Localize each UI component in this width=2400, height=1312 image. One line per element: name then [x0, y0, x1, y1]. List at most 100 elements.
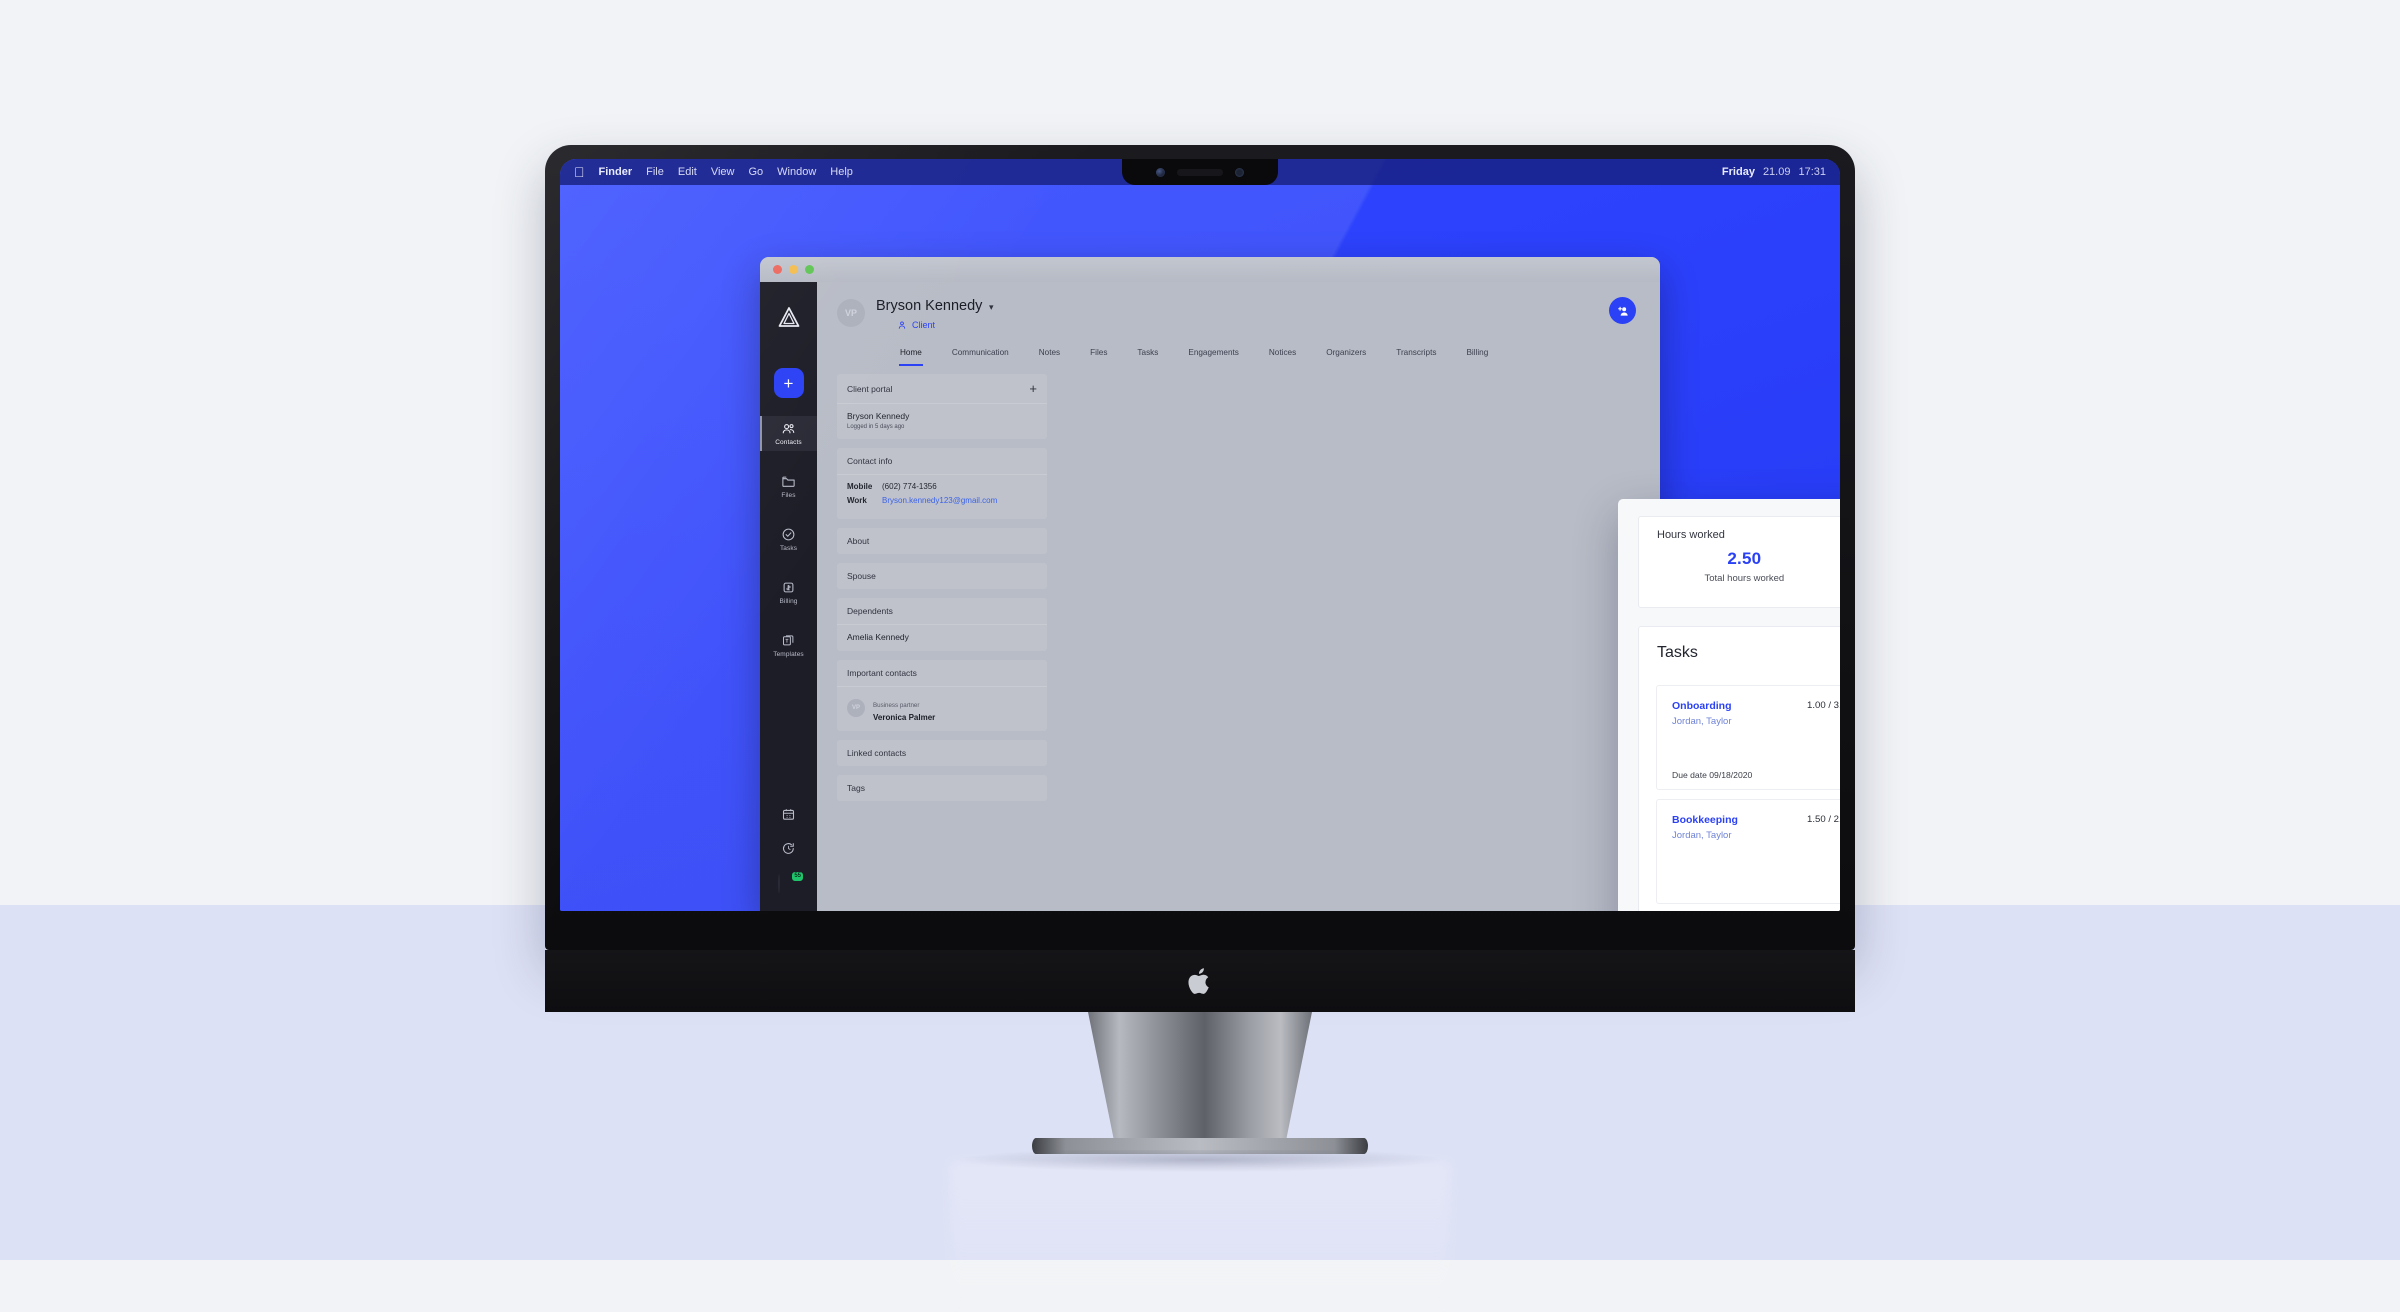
dependent-name: Amelia Kennedy [847, 632, 909, 642]
tab-tasks[interactable]: Tasks [1122, 342, 1173, 364]
sidebar-item-files[interactable]: Files [760, 469, 817, 504]
client-portal-header: Client portal + [837, 374, 1047, 404]
rail-bottom-group: 55 [760, 807, 817, 911]
contact-key: Mobile [847, 482, 873, 491]
sidebar-item-contacts[interactable]: Contacts [760, 416, 817, 451]
user-avatar[interactable]: 55 [778, 871, 804, 896]
sidebar-item-label: Templates [773, 651, 804, 658]
add-person-icon [1617, 306, 1628, 316]
menu-item-edit[interactable]: Edit [678, 166, 697, 178]
important-contacts-body: VP Business partner Veronica Palmer [837, 687, 1047, 731]
client-type-label: Client [912, 320, 936, 330]
zoom-button[interactable] [805, 265, 814, 274]
tags-header: Tags [837, 775, 1047, 801]
contact-avatar: VP [847, 699, 865, 717]
avatar-badge: 55 [791, 871, 804, 882]
tab-notes[interactable]: Notes [1024, 342, 1075, 364]
task-due-date: Due date 09/18/2020 [1672, 770, 1753, 780]
tab-home[interactable]: Home [885, 342, 937, 366]
tab-transcripts[interactable]: Transcripts [1381, 342, 1451, 364]
tags-panel[interactable]: Tags [837, 775, 1047, 801]
imac-device:  Finder File Edit View Go Window Help F… [545, 145, 1855, 1312]
monitor-screen:  Finder File Edit View Go Window Help F… [560, 159, 1840, 911]
apple-menu-icon[interactable]:  [574, 165, 585, 179]
client-tab-bar: Home Communication Notes Files Tasks Eng… [817, 342, 1660, 366]
menu-item-window[interactable]: Window [777, 166, 816, 178]
stat-caption: Total hours worked [1704, 573, 1785, 584]
table-row[interactable]: Onboarding Jordan, Taylor 1.00 / 3.50 TO… [1656, 685, 1840, 790]
tab-billing[interactable]: Billing [1451, 342, 1503, 364]
menu-item-view[interactable]: View [711, 166, 735, 178]
tab-notices[interactable]: Notices [1254, 342, 1311, 364]
dependents-header: Dependents [837, 598, 1047, 625]
desk-reflection [950, 1162, 1450, 1312]
hours-worked-title: Hours worked [1657, 529, 1725, 541]
important-contacts-header: Important contacts [837, 660, 1047, 687]
chevron-down-icon[interactable]: ▾ [989, 302, 994, 313]
close-button[interactable] [773, 265, 782, 274]
hours-worked-card: Hours worked 2.50 Total hours worked 0.0… [1638, 516, 1840, 608]
menu-item-finder[interactable]: Finder [599, 166, 633, 178]
contact-email-link[interactable]: Bryson.kennedy123@gmail.com [882, 496, 997, 505]
check-circle-icon [782, 528, 795, 541]
panel-title: Important contacts [847, 668, 917, 678]
tab-communication[interactable]: Communication [937, 342, 1024, 364]
tab-engagements[interactable]: Engagements [1173, 342, 1254, 364]
menu-item-file[interactable]: File [646, 166, 664, 178]
hours-and-tasks-overlay: Hours worked 2.50 Total hours worked 0.0… [1618, 499, 1840, 911]
panel-title: Contact info [847, 456, 893, 466]
templates-icon [783, 635, 794, 646]
contact-row-work: Work Bryson.kennedy123@gmail.com [847, 496, 1037, 505]
stat-value: 2.50 [1727, 549, 1762, 568]
client-avatar: VP [837, 299, 865, 327]
create-new-button[interactable]: + [773, 368, 804, 398]
sidebar-item-templates[interactable]: Templates [760, 628, 817, 663]
about-panel[interactable]: About [837, 528, 1047, 554]
window-title-bar [760, 257, 1660, 282]
spouse-panel[interactable]: Spouse [837, 563, 1047, 589]
panel-title: Linked contacts [847, 748, 907, 758]
linked-contacts-panel[interactable]: Linked contacts [837, 740, 1047, 766]
tab-files[interactable]: Files [1075, 342, 1122, 364]
portal-user-name: Bryson Kennedy [847, 411, 910, 421]
stand-neck [1088, 1012, 1312, 1145]
calendar-icon [782, 809, 795, 820]
client-info-column: Client portal + Bryson Kennedy Logged in… [837, 374, 1047, 810]
hours-worked-stats: 2.50 Total hours worked 0.00 Billed hour… [1639, 549, 1840, 584]
important-contact-item[interactable]: VP Business partner Veronica Palmer [847, 694, 1037, 722]
app-logo-icon[interactable] [777, 306, 801, 328]
task-name-link[interactable]: Bookkeeping [1672, 814, 1738, 826]
menu-item-go[interactable]: Go [748, 166, 763, 178]
app-navigation-rail: + Contacts Files Tasks Billing Templates… [760, 282, 817, 911]
contact-role: Business partner [873, 702, 920, 709]
folder-icon [782, 476, 795, 487]
panel-title: Spouse [847, 571, 876, 581]
contact-name: Veronica Palmer [873, 713, 936, 722]
page-title: Bryson Kennedy [876, 298, 983, 314]
sidebar-item-label: Files [781, 492, 796, 499]
dollar-icon [783, 582, 794, 593]
menu-item-help[interactable]: Help [830, 166, 853, 178]
task-name-link[interactable]: Onboarding [1672, 700, 1732, 712]
contact-info-body: Mobile (602) 774-1356 Work Bryson.kenned… [837, 475, 1047, 519]
panel-title: Tags [847, 783, 865, 793]
contact-text: Business partner Veronica Palmer [873, 694, 935, 722]
tab-organizers[interactable]: Organizers [1311, 342, 1381, 364]
sidebar-item-billing[interactable]: Billing [760, 575, 817, 610]
camera-notch [1122, 159, 1278, 185]
client-type-badge[interactable]: Client [897, 320, 935, 330]
task-assignee-link[interactable]: Jordan, Taylor [1672, 716, 1732, 727]
plus-icon[interactable]: + [1029, 382, 1037, 395]
minimize-button[interactable] [789, 265, 798, 274]
timer-icon [782, 843, 794, 854]
add-contact-button[interactable] [1609, 297, 1636, 324]
menu-bar-clock[interactable]: Friday 21.09 17:31 [1722, 166, 1826, 178]
application-window: + Contacts Files Tasks Billing Templates… [760, 257, 1660, 911]
panel-title: Dependents [847, 606, 893, 616]
table-row[interactable]: Bookkeeping Jordan, Taylor 1.50 / 2.00 T… [1656, 799, 1840, 904]
sidebar-item-tasks[interactable]: Tasks [760, 522, 817, 557]
client-portal-body: Bryson Kennedy Logged in 5 days ago [837, 404, 1047, 439]
task-assignee-link[interactable]: Jordan, Taylor [1672, 830, 1732, 841]
spouse-header: Spouse [837, 563, 1047, 589]
contact-info-panel: Contact info Mobile (602) 774-1356 Work … [837, 448, 1047, 519]
